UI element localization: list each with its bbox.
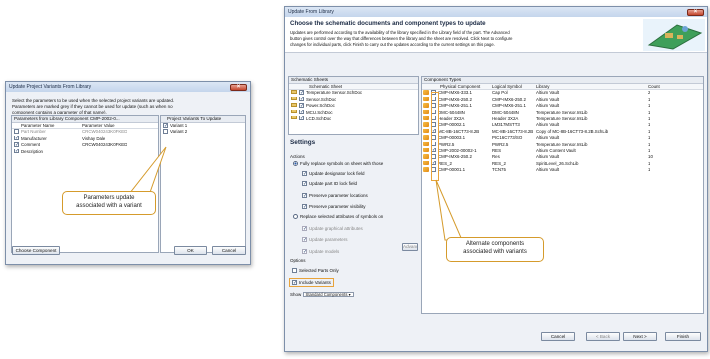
callout-line-2: associated with variants xyxy=(463,249,527,255)
alternate-components-callout: Alternate components associated with var… xyxy=(446,237,544,262)
callout-line-1: Alternate components xyxy=(465,241,525,247)
callout-pointer xyxy=(435,179,463,241)
